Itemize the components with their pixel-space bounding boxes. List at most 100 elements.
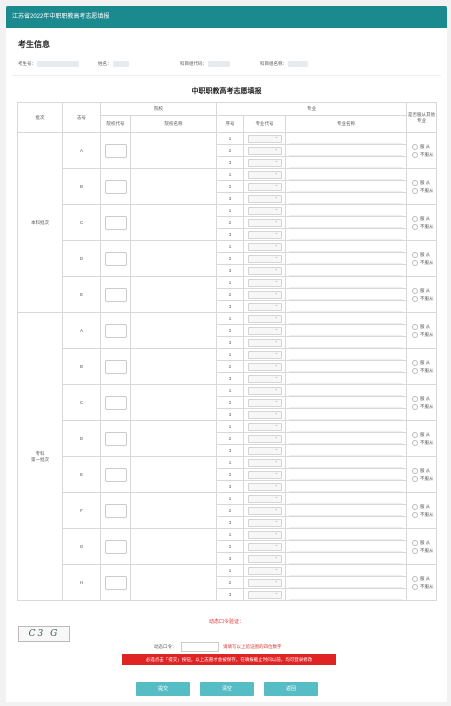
school-code-input[interactable] bbox=[104, 575, 127, 590]
clear-button[interactable]: 清空 bbox=[200, 682, 254, 696]
major-name-value bbox=[289, 206, 404, 216]
major-code-select[interactable] bbox=[247, 170, 282, 179]
batch-cell: 专科 第一批次 bbox=[17, 312, 63, 601]
major-code-select[interactable] bbox=[247, 302, 282, 311]
major-code-select[interactable] bbox=[247, 278, 282, 287]
school-code-cell bbox=[100, 240, 131, 277]
obey-radio[interactable]: 服 从 bbox=[412, 467, 430, 474]
not-obey-radio[interactable]: 不服从 bbox=[412, 151, 434, 158]
obey-radio[interactable]: 服 从 bbox=[412, 143, 430, 150]
obey-radio[interactable]: 服 从 bbox=[412, 359, 430, 366]
major-code-select[interactable] bbox=[247, 290, 282, 299]
major-code-select[interactable] bbox=[247, 470, 282, 479]
obey-cell: 服 从不服从 bbox=[406, 240, 438, 277]
major-code-select[interactable] bbox=[247, 146, 282, 155]
major-code-select[interactable] bbox=[247, 254, 282, 263]
not-obey-radio[interactable]: 不服从 bbox=[412, 259, 434, 266]
school-code-input[interactable] bbox=[104, 467, 127, 482]
back-button[interactable]: 返回 bbox=[264, 682, 318, 696]
major-code-select[interactable] bbox=[247, 494, 282, 503]
major-code-select[interactable] bbox=[247, 362, 282, 371]
major-code-select[interactable] bbox=[247, 194, 282, 203]
school-code-input[interactable] bbox=[104, 503, 127, 518]
seq-cell: 3 bbox=[216, 516, 244, 529]
major-code-select[interactable] bbox=[247, 230, 282, 239]
seq-cell: 3 bbox=[216, 228, 244, 241]
password-input[interactable] bbox=[180, 642, 219, 652]
major-code-select[interactable] bbox=[247, 506, 282, 515]
not-obey-radio[interactable]: 不服从 bbox=[412, 511, 434, 518]
obey-radio[interactable]: 服 从 bbox=[412, 539, 430, 546]
major-code-select[interactable] bbox=[247, 266, 282, 275]
not-obey-radio[interactable]: 不服从 bbox=[412, 223, 434, 230]
major-code-select[interactable] bbox=[247, 314, 282, 323]
school-code-cell bbox=[100, 168, 131, 205]
major-code-select[interactable] bbox=[247, 398, 282, 407]
school-code-input[interactable] bbox=[104, 359, 127, 374]
obey-radio[interactable]: 服 从 bbox=[412, 323, 430, 330]
not-obey-radio[interactable]: 不服从 bbox=[412, 475, 434, 482]
major-code-select[interactable] bbox=[247, 566, 282, 575]
obey-radio[interactable]: 服 从 bbox=[412, 179, 430, 186]
obey-radio[interactable]: 服 从 bbox=[412, 215, 430, 222]
school-code-cell bbox=[100, 528, 131, 565]
major-code-select[interactable] bbox=[247, 182, 282, 191]
school-code-input[interactable] bbox=[104, 251, 127, 266]
school-code-input[interactable] bbox=[104, 179, 127, 194]
not-obey-radio[interactable]: 不服从 bbox=[412, 403, 434, 410]
major-name-value bbox=[289, 410, 404, 420]
obey-radio[interactable]: 服 从 bbox=[412, 431, 430, 438]
major-code-select[interactable] bbox=[247, 434, 282, 443]
major-code-select[interactable] bbox=[247, 554, 282, 563]
major-code-select[interactable] bbox=[247, 590, 282, 599]
school-code-input[interactable] bbox=[104, 287, 127, 302]
major-code-select[interactable] bbox=[247, 218, 282, 227]
major-code-select[interactable] bbox=[247, 158, 282, 167]
captcha-image[interactable]: C3 G bbox=[18, 626, 70, 642]
school-name-cell bbox=[130, 312, 217, 349]
school-code-cell bbox=[100, 276, 131, 313]
not-obey-radio[interactable]: 不服从 bbox=[412, 439, 434, 446]
obey-radio[interactable]: 服 从 bbox=[412, 251, 430, 258]
major-code-select[interactable] bbox=[247, 422, 282, 431]
major-code-select[interactable] bbox=[247, 482, 282, 491]
obey-radio[interactable]: 服 从 bbox=[412, 503, 430, 510]
major-name-cell bbox=[284, 432, 408, 445]
major-code-select[interactable] bbox=[247, 326, 282, 335]
major-code-select[interactable] bbox=[247, 542, 282, 551]
submit-button[interactable]: 提交 bbox=[136, 682, 190, 696]
not-obey-radio[interactable]: 不服从 bbox=[412, 295, 434, 302]
radio-circle-icon bbox=[412, 287, 419, 294]
school-code-input[interactable] bbox=[104, 539, 127, 554]
not-obey-radio[interactable]: 不服从 bbox=[412, 367, 434, 374]
major-code-select[interactable] bbox=[247, 458, 282, 467]
not-obey-radio[interactable]: 不服从 bbox=[412, 547, 434, 554]
major-code-select[interactable] bbox=[247, 338, 282, 347]
major-code-select[interactable] bbox=[247, 518, 282, 527]
not-obey-label: 不服从 bbox=[420, 331, 434, 337]
not-obey-radio[interactable]: 不服从 bbox=[412, 187, 434, 194]
school-code-input[interactable] bbox=[104, 395, 127, 410]
major-code-select[interactable] bbox=[247, 134, 282, 143]
not-obey-label: 不服从 bbox=[420, 547, 434, 553]
major-code-select[interactable] bbox=[247, 446, 282, 455]
major-code-select[interactable] bbox=[247, 578, 282, 587]
school-code-input[interactable] bbox=[104, 215, 127, 230]
school-code-input[interactable] bbox=[104, 431, 127, 446]
obey-radio[interactable]: 服 从 bbox=[412, 575, 430, 582]
major-code-select[interactable] bbox=[247, 242, 282, 251]
major-code-select[interactable] bbox=[247, 206, 282, 215]
major-code-select[interactable] bbox=[247, 386, 282, 395]
major-code-select[interactable] bbox=[247, 374, 282, 383]
major-code-select[interactable] bbox=[247, 530, 282, 539]
school-code-input[interactable] bbox=[104, 323, 127, 338]
major-name-cell bbox=[284, 576, 408, 589]
order-cell: G bbox=[62, 528, 101, 565]
not-obey-radio[interactable]: 不服从 bbox=[412, 583, 434, 590]
major-code-select[interactable] bbox=[247, 350, 282, 359]
obey-radio[interactable]: 服 从 bbox=[412, 287, 430, 294]
school-code-input[interactable] bbox=[104, 143, 127, 158]
major-code-select[interactable] bbox=[247, 410, 282, 419]
not-obey-radio[interactable]: 不服从 bbox=[412, 331, 434, 338]
obey-radio[interactable]: 服 从 bbox=[412, 395, 430, 402]
